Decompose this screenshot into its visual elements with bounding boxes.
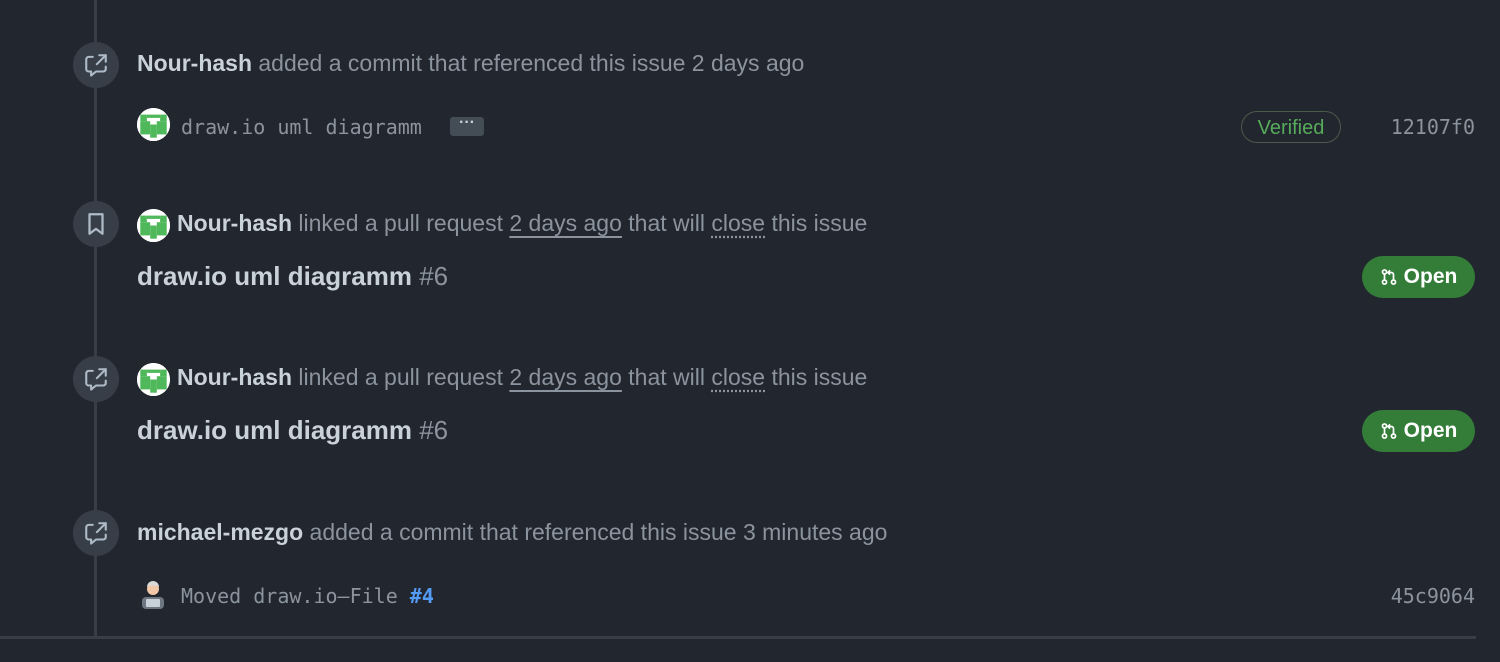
commit-message[interactable]: draw.io uml diagramm [181,113,422,141]
pr-title-text[interactable]: draw.io uml diagramm [137,415,412,445]
git-pull-request-icon [1381,269,1397,285]
close-keyword[interactable]: close [711,364,765,390]
author-link[interactable]: Nour-hash [177,210,292,236]
event-action: linked a pull request [298,364,503,390]
pr-number[interactable]: #6 [419,415,448,445]
event-time[interactable]: 2 days ago [692,50,805,76]
event-time[interactable]: 3 minutes ago [743,519,887,545]
verified-badge[interactable]: Verified [1241,111,1341,143]
pr-state-label: Open [1403,419,1458,442]
event-suffix: that will [628,210,705,236]
cross-reference-icon [73,510,119,556]
event-suffix-end: this issue [771,364,868,390]
event-suffix: that will [628,364,705,390]
git-pull-request-icon [1381,423,1397,439]
event-line: michael-mezgo added a commit that refere… [137,517,887,547]
pr-open-state-badge[interactable]: Open [1362,256,1475,298]
event-suffix-end: this issue [771,210,868,236]
event-line: Nour-hash linked a pull request 2 days a… [177,362,867,392]
commit-line: Moved draw.io–File #4 [181,582,434,610]
event-action: added a commit that referenced this issu… [258,50,686,76]
cross-reference-icon [73,356,119,402]
avatar[interactable] [137,363,170,396]
event-time[interactable]: 2 days ago [509,210,622,236]
commit-message[interactable]: Moved draw.io–File [181,584,398,608]
pr-title-text[interactable]: draw.io uml diagramm [137,261,412,291]
event-time[interactable]: 2 days ago [509,364,622,390]
expand-commit-button[interactable]: ··· [450,115,484,136]
avatar[interactable] [137,108,170,141]
pull-request-title[interactable]: draw.io uml diagramm #6 [137,259,448,293]
commit-sha[interactable]: 12107f0 [1391,113,1475,141]
avatar[interactable] [140,581,166,609]
avatar[interactable] [137,209,170,242]
close-keyword[interactable]: close [711,210,765,236]
bookmark-icon [73,201,119,247]
commit-sha[interactable]: 45c9064 [1391,582,1475,610]
pr-open-state-badge[interactable]: Open [1362,410,1475,452]
cross-reference-icon [73,42,119,88]
author-link[interactable]: Nour-hash [177,364,292,390]
pull-request-title[interactable]: draw.io uml diagramm #6 [137,413,448,447]
author-link[interactable]: Nour-hash [137,50,252,76]
event-line: Nour-hash added a commit that referenced… [137,48,804,78]
event-action: added a commit that referenced this issu… [309,519,737,545]
bottom-divider [0,636,1476,639]
pr-number[interactable]: #6 [419,261,448,291]
pr-state-label: Open [1403,265,1458,288]
event-line: Nour-hash linked a pull request 2 days a… [177,208,867,238]
issue-reference-link[interactable]: #4 [410,584,434,608]
author-link[interactable]: michael-mezgo [137,519,303,545]
event-action: linked a pull request [298,210,503,236]
